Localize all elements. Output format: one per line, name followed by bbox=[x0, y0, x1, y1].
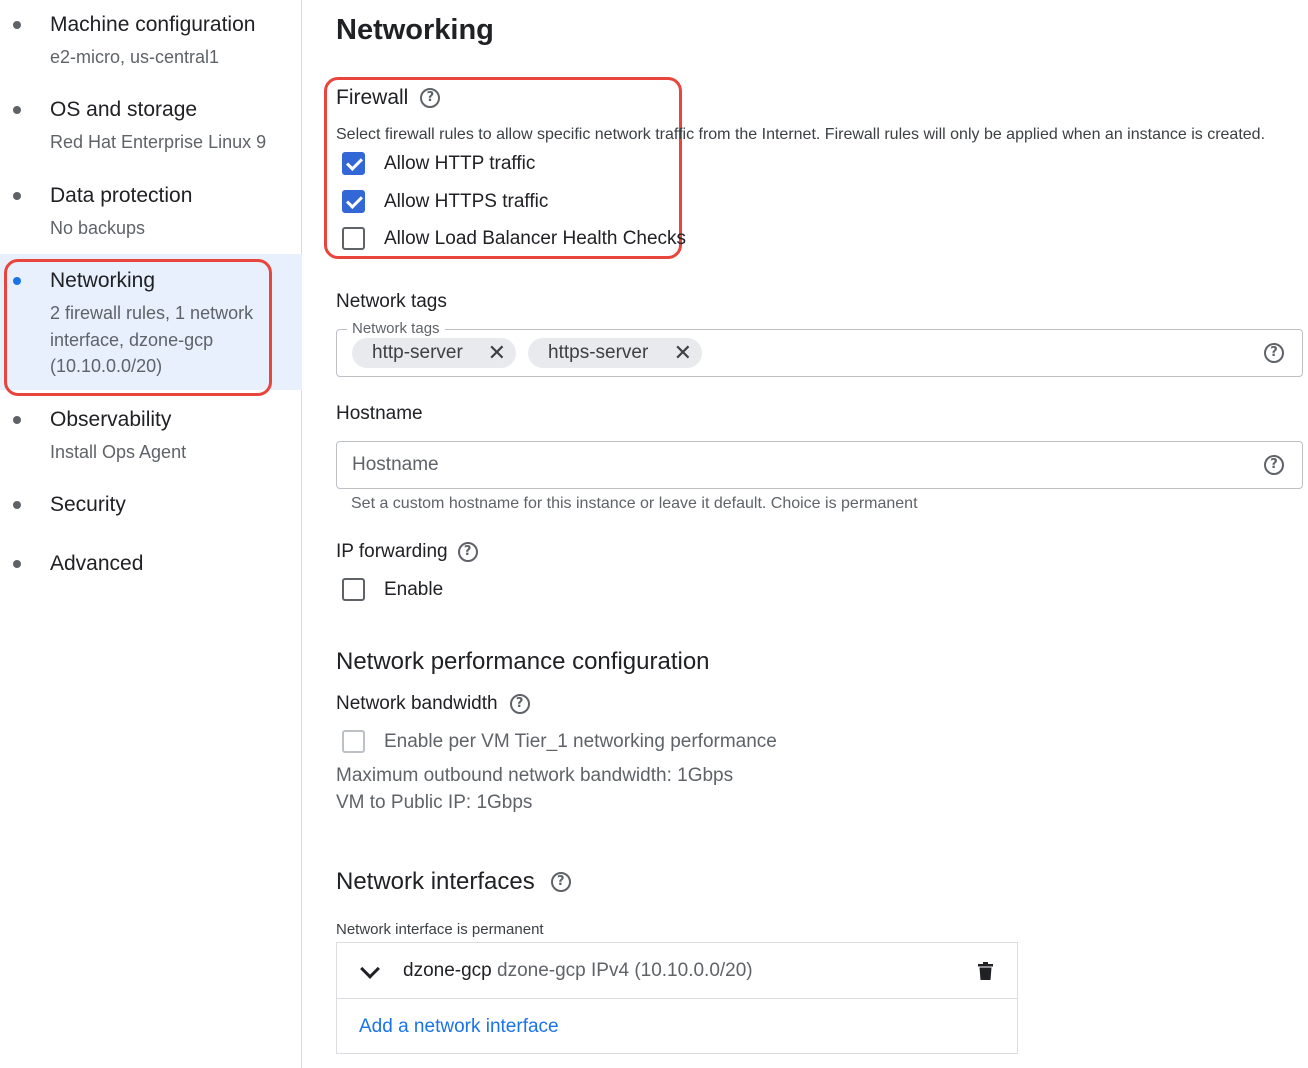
checkbox-label: Enable bbox=[384, 578, 444, 600]
networking-panel: Networking Firewall ? Select firewall ru… bbox=[324, 0, 1308, 1068]
tier1-networking-checkbox[interactable] bbox=[342, 730, 365, 753]
sidebar-item-title: Data protection bbox=[50, 184, 193, 207]
allow-lb-health-checks-checkbox[interactable] bbox=[342, 227, 365, 250]
firewall-heading: Firewall bbox=[336, 86, 409, 109]
allow-lb-health-checks-checkbox-row[interactable]: Allow Load Balancer Health Checks bbox=[342, 227, 686, 250]
status-dot bbox=[13, 192, 21, 200]
checkbox-label: Allow HTTPS traffic bbox=[384, 190, 549, 212]
network-interface-name: dzone-gcp bbox=[403, 960, 492, 981]
help-icon[interactable]: ? bbox=[550, 872, 571, 892]
sidebar-item-subtitle: No backups bbox=[50, 218, 146, 238]
network-interface-summary: dzone-gcp dzone-gcp IPv4 (10.10.0.0/20) bbox=[403, 960, 753, 982]
hostname-input[interactable] bbox=[338, 443, 1238, 487]
add-network-interface-link[interactable]: Add a network interface bbox=[359, 1016, 559, 1038]
network-bandwidth-heading: Network bandwidth bbox=[336, 693, 498, 714]
checkbox-label: Allow HTTP traffic bbox=[384, 152, 536, 174]
ip-forwarding-checkbox-row[interactable]: Enable bbox=[342, 578, 443, 601]
help-icon[interactable]: ? bbox=[420, 88, 441, 108]
sidebar-item-advanced[interactable]: Advanced bbox=[0, 536, 302, 592]
status-dot bbox=[13, 416, 21, 424]
page-title: Networking bbox=[336, 14, 494, 46]
sidebar-item-title: Observability bbox=[50, 408, 172, 431]
firewall-heading-row: Firewall ? bbox=[336, 86, 441, 110]
ip-forwarding-enable-checkbox[interactable] bbox=[342, 578, 365, 601]
trash-icon[interactable] bbox=[978, 962, 993, 980]
sidebar-item-subtitle: Install Ops Agent bbox=[50, 442, 187, 462]
tier1-checkbox-row[interactable]: Enable per VM Tier_1 networking performa… bbox=[342, 730, 777, 753]
sidebar-item-title: Networking bbox=[50, 269, 156, 292]
network-bandwidth-heading-row: Network bandwidth ? bbox=[336, 693, 530, 715]
network-interfaces-list: dzone-gcp dzone-gcp IPv4 (10.10.0.0/20) … bbox=[336, 942, 1018, 1054]
chip-label: http-server bbox=[372, 342, 463, 363]
chevron-down-icon[interactable] bbox=[360, 959, 380, 979]
sidebar-nav: Machine configuration e2-micro, us-centr… bbox=[0, 0, 302, 1068]
sidebar-item-os-and-storage[interactable]: OS and storage Red Hat Enterprise Linux … bbox=[0, 84, 302, 170]
help-icon[interactable]: ? bbox=[1264, 455, 1284, 475]
sidebar-item-title: OS and storage bbox=[50, 98, 198, 121]
sidebar-item-title: Security bbox=[50, 493, 126, 516]
allow-http-checkbox-row[interactable]: Allow HTTP traffic bbox=[342, 152, 535, 175]
help-icon[interactable]: ? bbox=[457, 542, 478, 562]
close-icon[interactable]: ✕ bbox=[674, 338, 692, 368]
hostname-field: ? bbox=[336, 441, 1303, 489]
checkbox-label: Allow Load Balancer Health Checks bbox=[384, 227, 687, 249]
vm-public-ip-bandwidth: VM to Public IP: 1Gbps bbox=[336, 792, 533, 813]
sidebar-item-machine-configuration[interactable]: Machine configuration e2-micro, us-centr… bbox=[0, 0, 302, 84]
tag-chip-http-server: http-server ✕ bbox=[352, 338, 516, 368]
network-interfaces-heading-row: Network interfaces ? bbox=[336, 868, 571, 896]
firewall-description: Select firewall rules to allow specific … bbox=[336, 126, 1266, 143]
sidebar-item-title: Advanced bbox=[50, 552, 144, 575]
checkbox-label: Enable per VM Tier_1 networking performa… bbox=[384, 730, 777, 752]
max-outbound-bandwidth: Maximum outbound network bandwidth: 1Gbp… bbox=[336, 765, 734, 786]
network-interface-detail: dzone-gcp IPv4 (10.10.0.0/20) bbox=[497, 960, 753, 981]
network-interface-permanent-note: Network interface is permanent bbox=[336, 921, 544, 938]
hostname-hint: Set a custom hostname for this instance … bbox=[351, 495, 918, 512]
sidebar-item-security[interactable]: Security bbox=[0, 478, 302, 534]
network-tags-field[interactable]: Network tags http-server ✕ https-server … bbox=[336, 320, 1303, 377]
network-interface-row[interactable]: dzone-gcp dzone-gcp IPv4 (10.10.0.0/20) bbox=[337, 943, 1017, 999]
status-dot bbox=[13, 277, 21, 285]
sidebar-item-subtitle: Red Hat Enterprise Linux 9 bbox=[50, 132, 267, 152]
allow-https-checkbox-row[interactable]: Allow HTTPS traffic bbox=[342, 190, 548, 213]
hostname-heading: Hostname bbox=[336, 403, 423, 424]
tag-chip-https-server: https-server ✕ bbox=[528, 338, 702, 368]
ip-forwarding-heading: IP forwarding bbox=[336, 541, 448, 562]
sidebar-item-observability[interactable]: Observability Install Ops Agent bbox=[0, 392, 302, 476]
allow-http-checkbox[interactable] bbox=[342, 152, 365, 175]
status-dot bbox=[13, 21, 21, 29]
allow-https-checkbox[interactable] bbox=[342, 190, 365, 213]
network-performance-heading: Network performance configuration bbox=[336, 648, 710, 675]
sidebar-item-subtitle: 2 firewall rules, 1 network interface, d… bbox=[50, 303, 254, 376]
status-dot bbox=[13, 106, 21, 114]
sidebar-item-subtitle: e2-micro, us-central1 bbox=[50, 47, 220, 67]
help-icon[interactable]: ? bbox=[1264, 343, 1284, 363]
status-dot bbox=[13, 501, 21, 509]
close-icon[interactable]: ✕ bbox=[488, 338, 506, 368]
network-interfaces-heading: Network interfaces bbox=[336, 868, 535, 895]
status-dot bbox=[13, 560, 21, 568]
sidebar-item-data-protection[interactable]: Data protection No backups bbox=[0, 170, 302, 254]
help-icon[interactable]: ? bbox=[509, 694, 530, 714]
chip-label: https-server bbox=[548, 342, 649, 363]
sidebar-item-networking[interactable]: Networking 2 firewall rules, 1 network i… bbox=[0, 254, 302, 390]
sidebar-item-title: Machine configuration bbox=[50, 13, 256, 36]
network-tags-field-label: Network tags bbox=[347, 320, 445, 337]
network-tags-heading: Network tags bbox=[336, 291, 447, 312]
ip-forwarding-heading-row: IP forwarding ? bbox=[336, 541, 478, 563]
